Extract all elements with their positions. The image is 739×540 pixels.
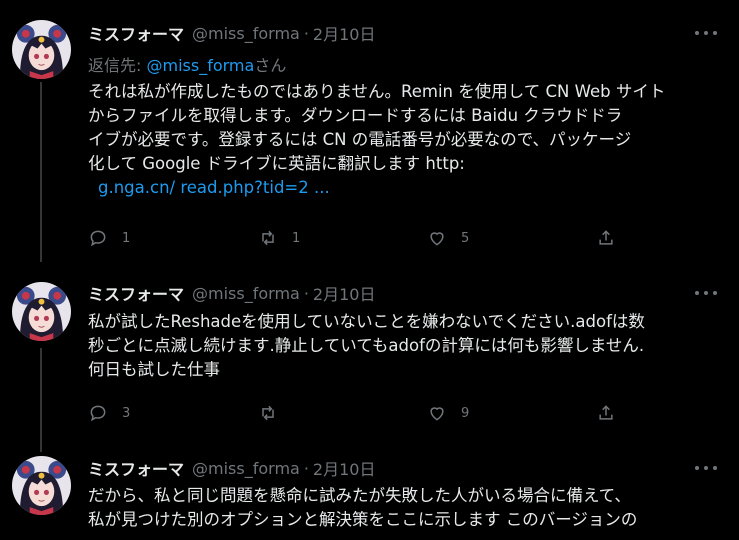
- tweet-text: だから、私と同じ問題を懸命に試みたが失敗した人がいる場合に備えて、 私が見つけた…: [88, 484, 728, 532]
- text-line: それは私が作成したものではありません。Remin を使用して CN Web サイ…: [88, 82, 666, 101]
- retweet-button[interactable]: [258, 403, 292, 423]
- text-line: 秒ごとに点滅し続けます.静止していてもadofの計算には何も影響しません.: [88, 336, 645, 355]
- tweet-header: ミスフォーマ @miss_forma · 2月10日: [88, 21, 376, 45]
- timestamp[interactable]: 2月10日: [313, 281, 376, 305]
- timestamp[interactable]: 2月10日: [313, 21, 376, 45]
- share-button[interactable]: [596, 228, 616, 248]
- heart-icon: [430, 232, 444, 246]
- reply-mention[interactable]: @miss_forma: [147, 56, 255, 75]
- text-line: 私が見つけた別のオプションと解決策をここに示します このバージョンの: [88, 510, 638, 529]
- retweet-count: 1: [292, 230, 301, 246]
- separator: ·: [303, 23, 309, 43]
- text-line: だから、私と同じ問題を懸命に試みたが失敗した人がいる場合に備えて、: [88, 486, 631, 505]
- reply-count: 1: [122, 230, 131, 246]
- share-icon: [599, 405, 613, 420]
- text-line: からファイルを取得します。ダウンロードするには Baidu クラウドドラ: [88, 106, 623, 125]
- like-button[interactable]: 5: [427, 228, 469, 248]
- share-icon: [599, 230, 613, 245]
- tweet-link[interactable]: g.nga.cn/ read.php?tid=2 ...: [88, 176, 728, 200]
- reply-button[interactable]: 3: [88, 403, 130, 423]
- tweet-header: ミスフォーマ @miss_forma · 2月10日: [88, 281, 376, 305]
- avatar[interactable]: [12, 282, 71, 341]
- reply-suffix: さん: [254, 56, 287, 75]
- more-icon[interactable]: [695, 284, 717, 302]
- action-bar: 3 9: [88, 403, 628, 425]
- avatar[interactable]: [12, 456, 71, 515]
- separator: ·: [303, 283, 309, 303]
- reply-count: 3: [122, 405, 131, 421]
- handle[interactable]: @miss_forma: [192, 459, 300, 478]
- text-line: 私が試したReshadeを使用していないことを嫌わないでください.adofは数: [88, 312, 645, 331]
- display-name[interactable]: ミスフォーマ: [88, 456, 184, 480]
- display-name[interactable]: ミスフォーマ: [88, 281, 184, 305]
- thread-line: [40, 82, 42, 262]
- heart-icon: [430, 407, 444, 421]
- display-name[interactable]: ミスフォーマ: [88, 21, 184, 45]
- like-count: 5: [461, 230, 470, 246]
- reply-to: 返信先: @miss_formaさん: [88, 52, 286, 76]
- retweet-icon: [262, 405, 274, 421]
- thread-line: [40, 348, 42, 452]
- separator: ·: [303, 458, 309, 478]
- text-line: 化して Google ドライブに英語に翻訳します http:: [88, 154, 465, 173]
- tweet-text: それは私が作成したものではありません。Remin を使用して CN Web サイ…: [88, 80, 728, 200]
- tweet-header: ミスフォーマ @miss_forma · 2月10日: [88, 456, 376, 480]
- like-count: 9: [461, 405, 470, 421]
- reply-icon: [90, 405, 106, 422]
- text-line: 何日も試した仕事: [88, 360, 220, 379]
- retweet-button[interactable]: 1: [258, 228, 300, 248]
- reply-button[interactable]: 1: [88, 228, 130, 248]
- tweet-text: 私が試したReshadeを使用していないことを嫌わないでください.adofは数 …: [88, 310, 728, 382]
- handle[interactable]: @miss_forma: [192, 24, 300, 43]
- more-icon[interactable]: [695, 459, 717, 477]
- avatar[interactable]: [12, 20, 71, 79]
- reply-prefix: 返信先:: [88, 56, 142, 75]
- retweet-icon: [262, 230, 274, 246]
- text-line: イブが必要です。登録するには CN の電話番号が必要なので、パッケージ: [88, 130, 632, 149]
- like-button[interactable]: 9: [427, 403, 469, 423]
- action-bar: 1 1 5: [88, 228, 628, 250]
- reply-icon: [90, 230, 106, 247]
- timestamp[interactable]: 2月10日: [313, 456, 376, 480]
- share-button[interactable]: [596, 403, 616, 423]
- more-icon[interactable]: [695, 24, 717, 42]
- handle[interactable]: @miss_forma: [192, 284, 300, 303]
